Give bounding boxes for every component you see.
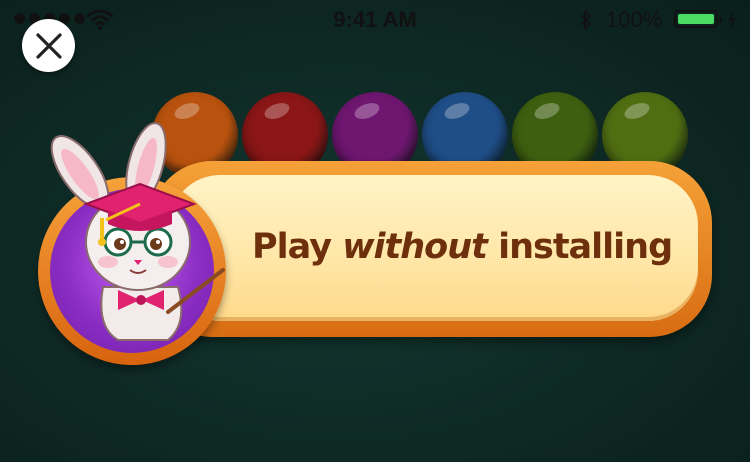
banner-text-after: installing — [486, 227, 673, 267]
banner-text-emphasis: without — [342, 227, 488, 267]
bunny-mascot-icon — [50, 122, 225, 341]
bluetooth-icon — [580, 10, 591, 30]
play-without-installing-banner[interactable]: Play without installing — [38, 122, 713, 365]
battery-fill — [678, 14, 714, 24]
status-bar: 9:41 AM 100% — [0, 0, 750, 40]
banner-text-before: Play — [252, 227, 343, 267]
battery-icon — [674, 10, 722, 28]
close-button[interactable] — [22, 19, 75, 72]
close-icon — [35, 32, 62, 59]
charging-bolt-icon — [728, 10, 736, 30]
banner-text: Play without installing — [252, 227, 692, 267]
battery-percent: 100% — [606, 7, 663, 32]
